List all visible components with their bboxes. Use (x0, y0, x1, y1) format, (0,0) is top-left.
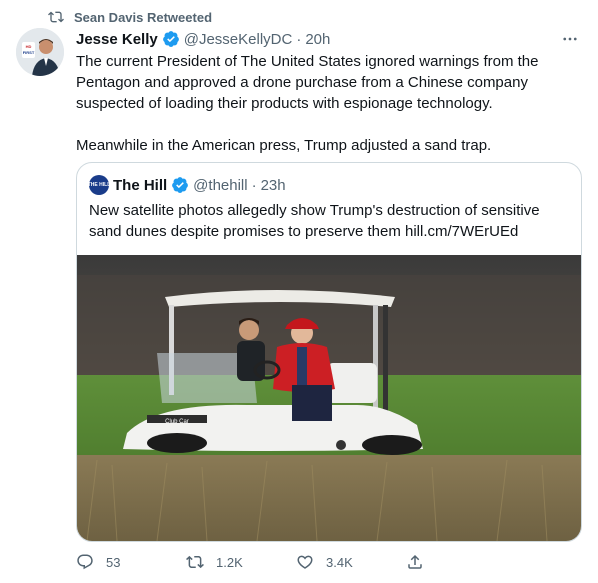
reply-count: 53 (106, 554, 121, 570)
reply-icon (77, 554, 93, 570)
retweet-banner-label: Sean Davis Retweeted (74, 9, 213, 25)
share-button[interactable] (406, 553, 516, 571)
author-handle[interactable]: @JesseKellyDC (184, 31, 293, 48)
like-button[interactable]: 3.4K (296, 553, 406, 571)
author-avatar[interactable]: HD FIRST (16, 28, 64, 76)
like-count: 3.4K (326, 554, 353, 570)
more-horizontal-icon (563, 37, 577, 41)
tweet-header: Jesse Kelly @JesseKellyDC · 20h (76, 29, 582, 49)
tweet-actions: 53 1.2K 3.4K (76, 550, 516, 574)
quoted-tweet-header: THE HILL The Hill @thehill · 23h (88, 175, 286, 195)
tweet-paragraph-2: Meanwhile in the American press, Trump a… (76, 137, 492, 154)
quoted-header-separator: · (251, 176, 257, 194)
golf-cart-photo[interactable]: Club Car (77, 255, 581, 541)
header-separator: · (296, 30, 302, 48)
verified-badge-icon (172, 177, 189, 193)
share-icon (408, 554, 422, 569)
retweet-banner[interactable]: Sean Davis Retweeted (48, 8, 212, 26)
svg-text:FIRST: FIRST (23, 50, 35, 55)
tweet-time[interactable]: 20h (305, 31, 330, 48)
quoted-author-name: The Hill (113, 176, 168, 194)
more-options-button[interactable] (558, 29, 582, 49)
retweet-count: 1.2K (216, 554, 243, 570)
quoted-tweet-text: New satellite photos allegedly show Trum… (89, 202, 540, 240)
retweet-icon (48, 11, 64, 23)
quoted-author-handle: @thehill (193, 176, 248, 194)
heart-icon (297, 555, 313, 569)
retweet-icon (186, 555, 204, 569)
tweet-paragraph-1: The current President of The United Stat… (76, 53, 539, 112)
tweet-text: The current President of The United Stat… (76, 51, 576, 156)
author-name[interactable]: Jesse Kelly (76, 31, 158, 48)
verified-badge-icon (162, 31, 179, 47)
reply-button[interactable]: 53 (76, 553, 186, 571)
cart-brand-label: Club Car (165, 419, 189, 425)
quoted-author-avatar: THE HILL (88, 175, 110, 195)
svg-text:HD: HD (26, 44, 32, 49)
quoted-tweet-card[interactable]: THE HILL The Hill @thehill · 23h New sat… (76, 162, 582, 542)
quoted-tweet-time: 23h (260, 176, 286, 194)
retweet-button[interactable]: 1.2K (186, 553, 296, 571)
